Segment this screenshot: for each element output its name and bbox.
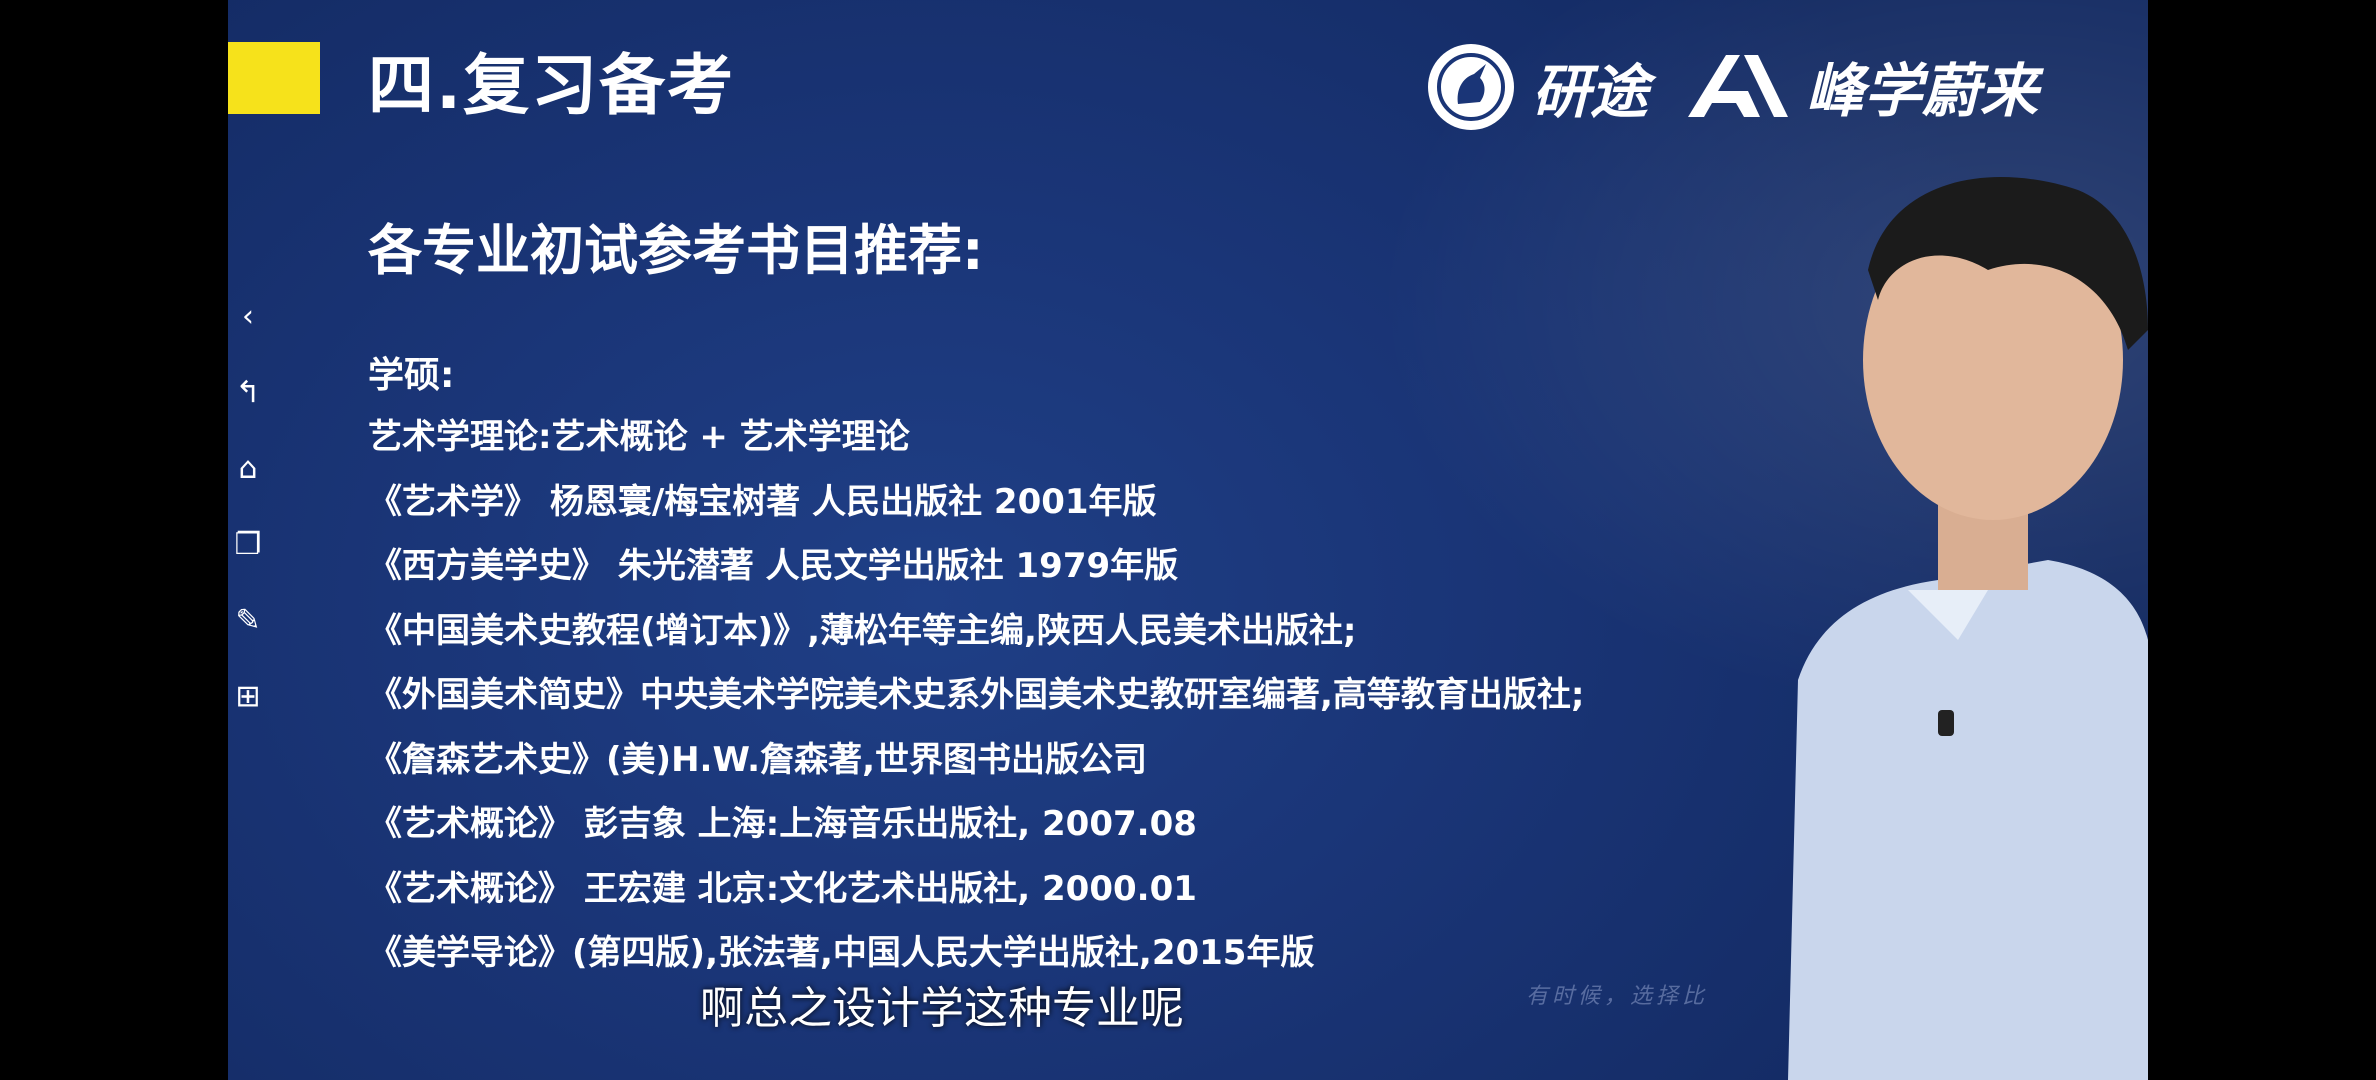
list-item: 《詹森艺术史》(美)H.W.詹森著,世界图书出版公司 — [368, 739, 1148, 780]
list-item: 艺术学理论:艺术概论 + 艺术学理论 — [368, 417, 910, 457]
list-item: 《外国美术简史》中央美术学院美术史系外国美术史教研室编著,高等教育出版社; — [368, 675, 1585, 715]
section-marker — [228, 42, 320, 114]
pen-icon[interactable]: ✎ — [228, 582, 268, 658]
list-item: 《艺术学》 杨恩寰/梅宝树著 人民出版社 2001年版 — [368, 481, 1157, 522]
book-list: 艺术学理论:艺术概论 + 艺术学理论 《艺术学》 杨恩寰/梅宝树著 人民出版社 … — [368, 405, 1585, 986]
slide-heading: 各专业初试参考书目推荐: — [368, 219, 984, 282]
player-side-toolbar: ‹ ↰ ⌂ ❐ ✎ ⊞ — [228, 278, 268, 734]
grid-icon[interactable]: ⊞ — [228, 658, 268, 734]
list-item: 《西方美学史》 朱光潜著 人民文学出版社 1979年版 — [368, 546, 1179, 586]
unicorn-logo-icon — [1428, 44, 1514, 130]
list-item: 《中国美术史教程(增订本)》,薄松年等主编,陕西人民美术出版社; — [368, 610, 1357, 651]
brand-fengxue: 峰学蔚来 — [1688, 44, 2038, 128]
brand-yantu: 研途 — [1428, 44, 1648, 130]
windows-icon[interactable]: ❐ — [228, 506, 268, 582]
list-item: 《艺术概论》 王宏建 北京:文化艺术出版社, 2000.01 — [368, 868, 1197, 909]
back-arrow-icon[interactable]: ↰ — [228, 354, 268, 430]
brand-yantu-text: 研途 — [1532, 58, 1649, 126]
video-subtitle: 啊总之设计学这种专业呢 — [700, 983, 1184, 1034]
list-item: 《艺术概论》 彭吉象 上海:上海音乐出版社, 2007.08 — [368, 804, 1197, 844]
video-frame: 四.复习备考 研途 峰学蔚来 各专业初试参考书目推荐: 学硕: 艺术学理论:艺术… — [228, 0, 2148, 1080]
home-icon[interactable]: ⌂ — [228, 430, 268, 506]
section-title: 四.复习备考 — [368, 47, 736, 124]
faint-slogan: 有时候，选择比 — [1526, 984, 1709, 1009]
presenter-image — [1788, 176, 2148, 1080]
slide-subheading: 学硕: — [368, 355, 455, 396]
chevron-left-icon[interactable]: ‹ — [228, 278, 268, 354]
brand-fengxue-text: 峰学蔚来 — [1806, 57, 2039, 125]
fengxue-logo-icon — [1688, 55, 1788, 117]
